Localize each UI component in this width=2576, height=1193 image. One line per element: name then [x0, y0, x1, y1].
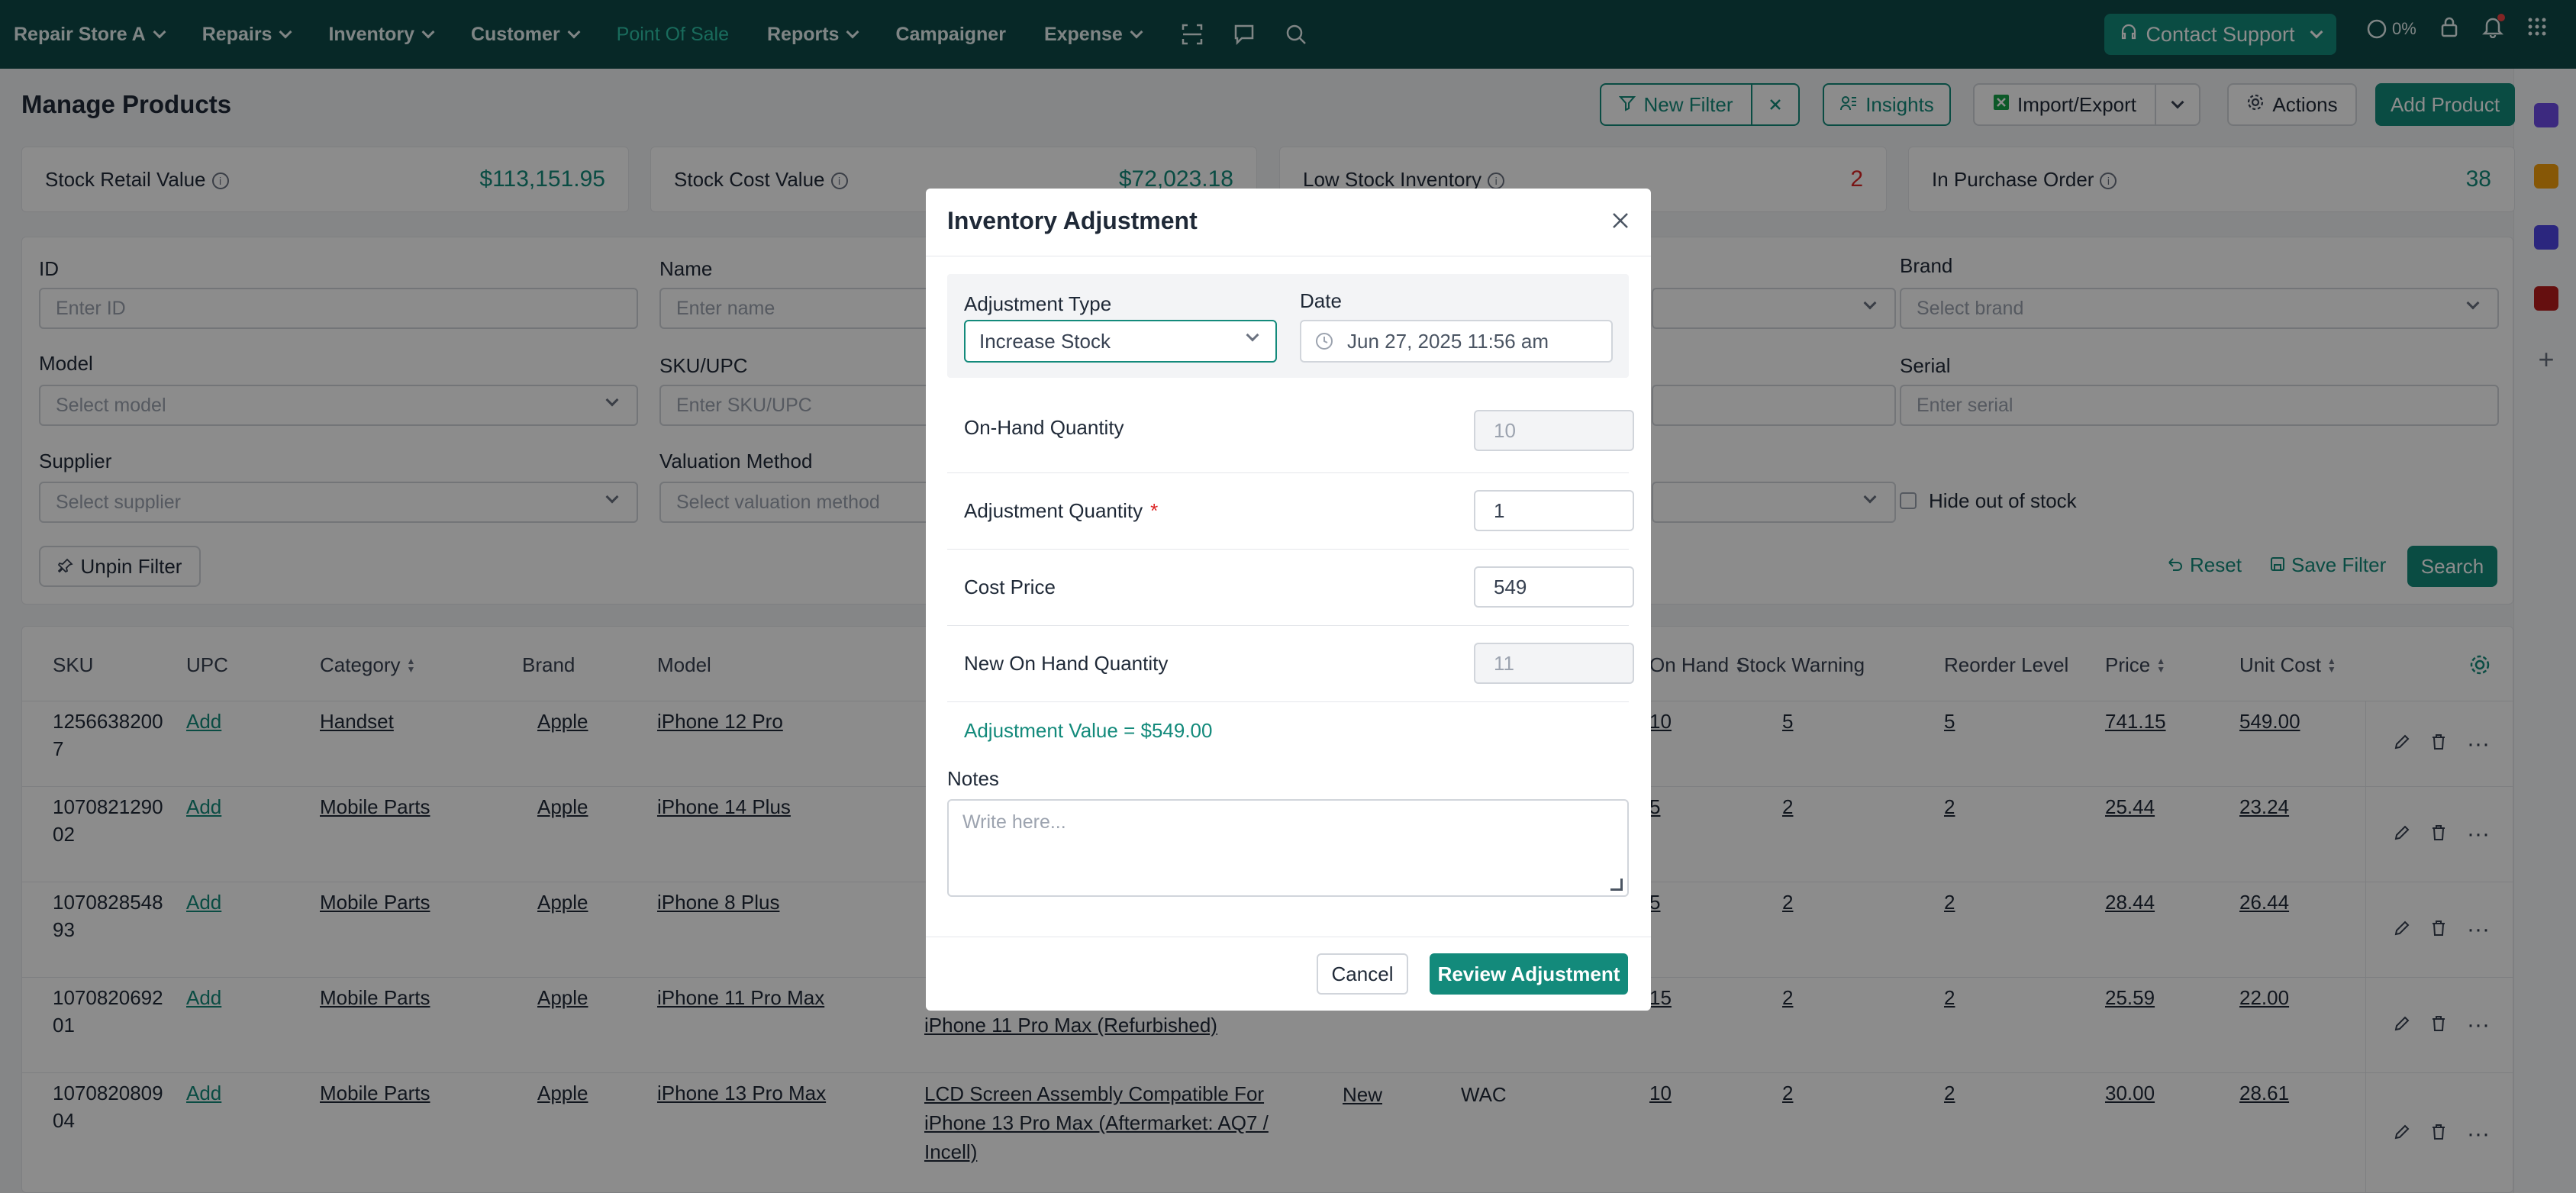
close-icon[interactable] [1605, 205, 1636, 236]
review-adjustment-button[interactable]: Review Adjustment [1430, 953, 1628, 995]
adjustment-quantity-row: Adjustment Quantity * 1 [947, 473, 1634, 550]
notes-label: Notes [947, 767, 999, 790]
adjustment-value: Adjustment Value = $549.00 [964, 719, 1213, 742]
cost-price-row: Cost Price 549 [947, 550, 1634, 626]
modal-title: Inventory Adjustment [947, 207, 1198, 234]
resize-handle-icon[interactable] [1610, 879, 1623, 891]
required-asterisk: * [1150, 499, 1159, 522]
adjustment-quantity-input[interactable]: 1 [1474, 490, 1634, 531]
on-hand-quantity-field: 10 [1474, 410, 1634, 451]
date-picker[interactable]: Jun 27, 2025 11:56 am [1300, 320, 1613, 363]
chevron-down-icon [1246, 328, 1259, 342]
clock-icon [1315, 332, 1333, 356]
cancel-button[interactable]: Cancel [1317, 953, 1408, 995]
adjustment-header: Adjustment Type Increase Stock Date Jun … [947, 274, 1629, 378]
new-on-hand-row: New On Hand Quantity 11 [947, 626, 1634, 702]
on-hand-row: On-Hand Quantity 10 [947, 398, 1634, 473]
notes-textarea[interactable]: Write here... [947, 799, 1629, 897]
adjustment-type-select[interactable]: Increase Stock [964, 320, 1277, 363]
inventory-adjustment-modal: Inventory Adjustment Adjustment Type Inc… [926, 189, 1651, 1011]
new-on-hand-quantity-field: 11 [1474, 643, 1634, 684]
cost-price-input[interactable]: 549 [1474, 566, 1634, 608]
